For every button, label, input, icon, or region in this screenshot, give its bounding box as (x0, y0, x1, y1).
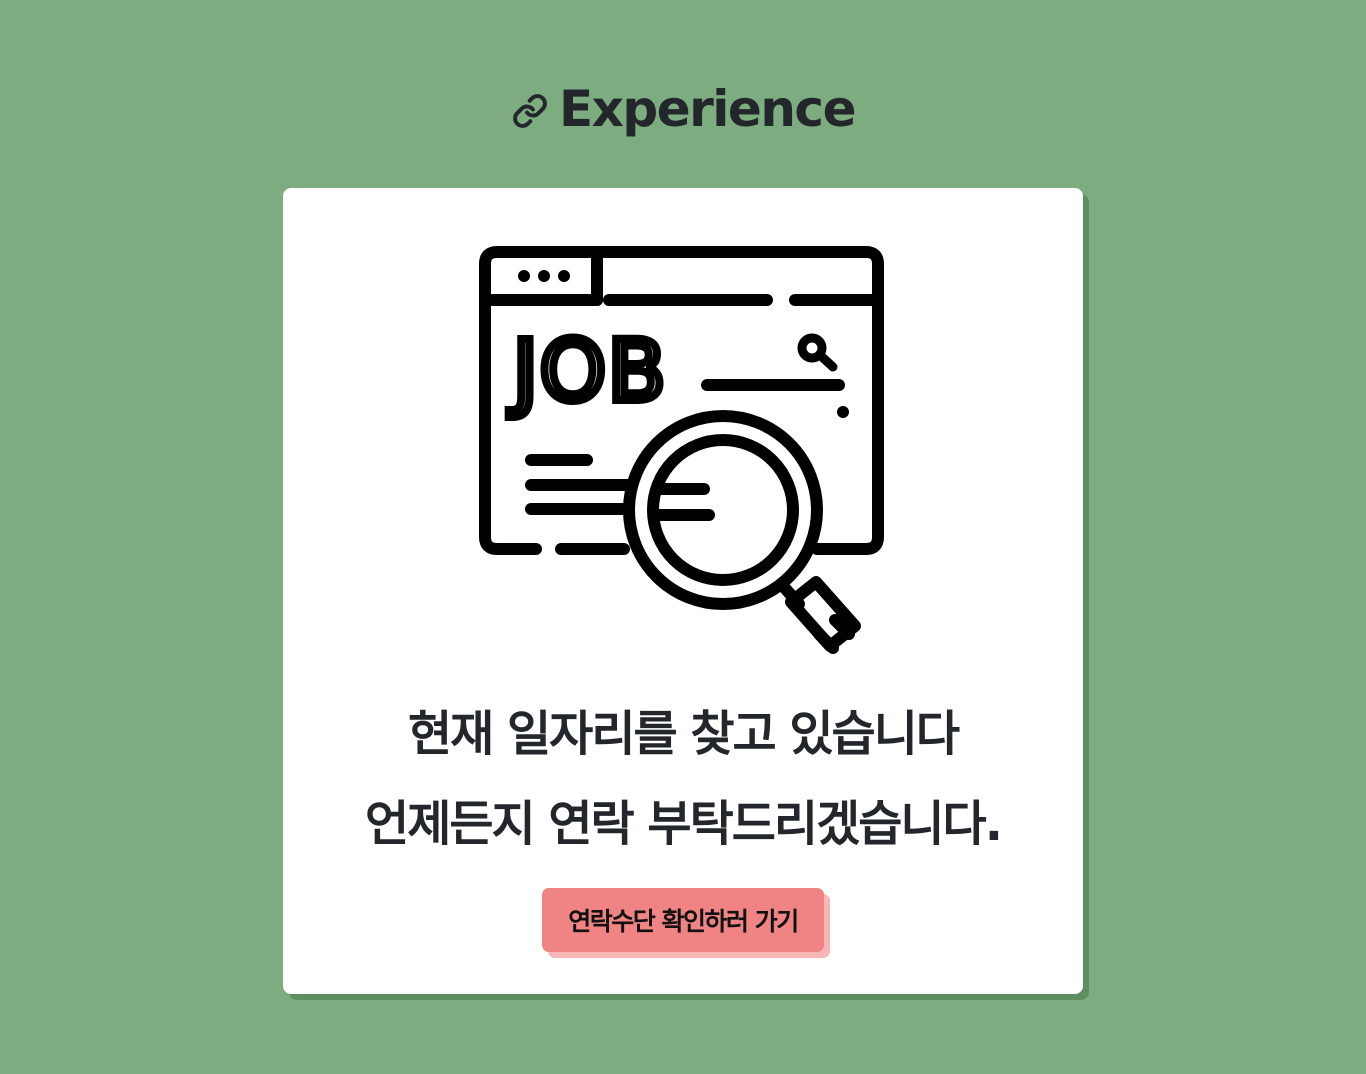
link-icon (511, 92, 549, 130)
job-search-browser-icon: JOB (479, 246, 884, 654)
message-line-1: 현재 일자리를 찾고 있습니다 (407, 706, 960, 762)
message-line-2: 언제든지 연락 부탁드리겠습니다. (365, 796, 1003, 852)
section-title: Experience (559, 80, 856, 138)
experience-card: JOB 현재 일자리를 찾고 있습니다 언제든지 연락 부탁드리겠습니다. 연락… (283, 188, 1083, 994)
section-heading: Experience (0, 74, 1366, 144)
job-text: JOB (508, 322, 668, 420)
contact-button[interactable]: 연락수단 확인하러 가기 (542, 888, 824, 952)
